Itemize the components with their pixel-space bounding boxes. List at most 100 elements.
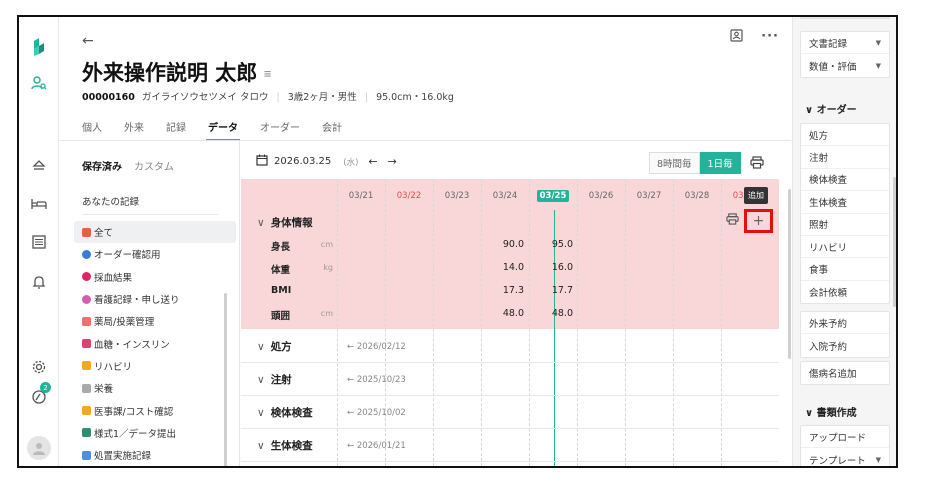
- previous-record-link[interactable]: ← 2026/02/12: [347, 342, 406, 352]
- measure-value[interactable]: 14.0: [484, 262, 524, 273]
- chevron-down-icon[interactable]: ∨: [257, 407, 265, 419]
- bed-icon[interactable]: [29, 194, 49, 214]
- right-scrollbar[interactable]: [893, 177, 896, 307]
- print-icon[interactable]: [750, 156, 764, 173]
- action-item[interactable]: 入院予約: [801, 334, 889, 356]
- date-header[interactable]: 03/28: [673, 191, 721, 201]
- category-item[interactable]: オーダー確認用: [74, 243, 236, 265]
- category-label: オーダー確認用: [94, 250, 161, 262]
- back-arrow-icon: ←: [347, 375, 357, 385]
- settings-gear-icon[interactable]: [29, 357, 49, 377]
- previous-record-link[interactable]: ← 2026/01/21: [347, 441, 406, 451]
- category-item[interactable]: リハビリ: [74, 355, 236, 377]
- memo-icon[interactable]: ≡: [263, 69, 271, 80]
- section-print-icon[interactable]: [726, 213, 739, 228]
- category-item[interactable]: 看護記録・申し送り: [74, 288, 236, 310]
- date-header[interactable]: 03/22: [385, 191, 433, 201]
- app-logo-icon[interactable]: [29, 37, 49, 57]
- chevron-down-icon[interactable]: ∨: [257, 217, 265, 229]
- action-item[interactable]: 検体検査: [801, 169, 889, 192]
- interval-1d-button[interactable]: 1日毎: [699, 152, 741, 174]
- eject-icon[interactable]: [29, 155, 49, 175]
- category-item[interactable]: 採血結果: [74, 266, 236, 288]
- action-item[interactable]: 照射: [801, 214, 889, 236]
- current-date[interactable]: 2026.03.25: [274, 156, 331, 167]
- measure-value[interactable]: 90.0: [484, 239, 524, 250]
- prev-date-button[interactable]: ←: [368, 155, 377, 168]
- interval-8h-button[interactable]: 8時間毎: [649, 152, 700, 174]
- measure-unit: cm: [320, 240, 333, 249]
- order-section-header[interactable]: ∨ オーダー: [805, 101, 857, 116]
- tab-1[interactable]: 外来: [124, 119, 144, 134]
- date-header[interactable]: 03/23: [433, 191, 481, 201]
- measure-value[interactable]: 95.0: [533, 239, 573, 250]
- action-item[interactable]: 文書記録 ▼: [801, 32, 889, 55]
- date-label: 03/23: [444, 191, 470, 201]
- action-label: テンプレート: [809, 455, 866, 467]
- content-scrollbar[interactable]: [788, 189, 791, 359]
- chevron-down-icon[interactable]: ∨: [257, 374, 265, 386]
- section-header[interactable]: ∨ 注射: [257, 372, 292, 387]
- section-header[interactable]: ∨ 生体検査: [257, 438, 313, 453]
- previous-record-link[interactable]: ← 2025/10/02: [347, 408, 406, 418]
- add-button[interactable]: +: [744, 209, 773, 233]
- action-item[interactable]: 注射: [801, 146, 889, 169]
- next-date-button[interactable]: →: [388, 155, 397, 168]
- chevron-down-icon[interactable]: ∨: [257, 440, 265, 452]
- date-header[interactable]: 03/27: [625, 191, 673, 201]
- help-icon[interactable]: 2: [29, 382, 51, 407]
- action-item[interactable]: テンプレート ▼: [801, 448, 889, 467]
- action-item[interactable]: リハビリ: [801, 236, 889, 259]
- action-item[interactable]: 会計依頼: [801, 281, 889, 303]
- tab-custom[interactable]: カスタム: [134, 158, 174, 173]
- section-header-body[interactable]: ∨ 身体情報: [257, 215, 313, 230]
- date-header[interactable]: 03/25: [529, 190, 577, 202]
- previous-record-link[interactable]: ← 2025/10/23: [347, 375, 406, 385]
- more-menu-icon[interactable]: ···: [761, 29, 779, 46]
- main-area: ← ··· 外来操作説明 太郎 ≡ 00000160 ガイライソウセツメイ タロウ…: [60, 17, 791, 466]
- category-item[interactable]: 様式1／データ提出: [74, 422, 236, 444]
- contact-card-icon[interactable]: [730, 29, 743, 46]
- bell-icon[interactable]: [29, 272, 49, 292]
- panel-scrollbar[interactable]: [224, 293, 227, 466]
- section-header[interactable]: ∨ 検体検査: [257, 405, 313, 420]
- action-item[interactable]: 食事: [801, 258, 889, 281]
- measure-value[interactable]: 48.0: [533, 308, 573, 319]
- patient-search-icon[interactable]: [29, 73, 49, 93]
- section-header[interactable]: ∨ 処方: [257, 339, 292, 354]
- category-item[interactable]: 処置実施記録: [74, 444, 236, 466]
- list-icon[interactable]: [29, 232, 49, 252]
- measure-value[interactable]: 17.7: [533, 285, 573, 296]
- action-item[interactable]: アップロード: [801, 426, 889, 449]
- category-label: リハビリ: [94, 361, 133, 373]
- document-section-header[interactable]: ∨ 書類作成: [805, 404, 857, 419]
- calendar-icon[interactable]: [256, 154, 268, 169]
- measure-value[interactable]: 17.3: [484, 285, 524, 296]
- tab-2[interactable]: 記録: [166, 119, 186, 134]
- date-header[interactable]: 03/26: [577, 191, 625, 201]
- date-column-line: [385, 179, 386, 466]
- chevron-down-icon[interactable]: ∨: [257, 341, 265, 353]
- panel-subtabs: 保存済み カスタム: [82, 158, 174, 173]
- tab-5[interactable]: 会計: [322, 119, 342, 134]
- category-item[interactable]: 薬局/投薬管理: [74, 310, 236, 332]
- action-item[interactable]: 外来予約: [801, 312, 889, 335]
- tab-saved[interactable]: 保存済み: [82, 158, 122, 173]
- tab-3[interactable]: データ: [206, 119, 240, 141]
- action-item[interactable]: 生体検査: [801, 191, 889, 214]
- measure-value[interactable]: 16.0: [533, 262, 573, 273]
- category-item[interactable]: 医事課/コスト確認: [74, 399, 236, 421]
- tab-0[interactable]: 個人: [82, 119, 102, 134]
- user-avatar[interactable]: [27, 436, 51, 460]
- category-item[interactable]: 栄養: [74, 377, 236, 399]
- date-header[interactable]: 03/21: [337, 191, 385, 201]
- category-item[interactable]: 血糖・インスリン: [74, 332, 236, 354]
- action-item[interactable]: 処方: [801, 124, 889, 147]
- tab-4[interactable]: オーダー: [260, 119, 300, 134]
- action-item[interactable]: 数値・評価 ▼: [801, 54, 889, 76]
- back-arrow-icon[interactable]: ←: [82, 33, 94, 49]
- add-disease-button[interactable]: 傷病名追加: [801, 362, 889, 384]
- date-header[interactable]: 03/24: [481, 191, 529, 201]
- category-item[interactable]: 全て: [74, 221, 236, 244]
- measure-value[interactable]: 48.0: [484, 308, 524, 319]
